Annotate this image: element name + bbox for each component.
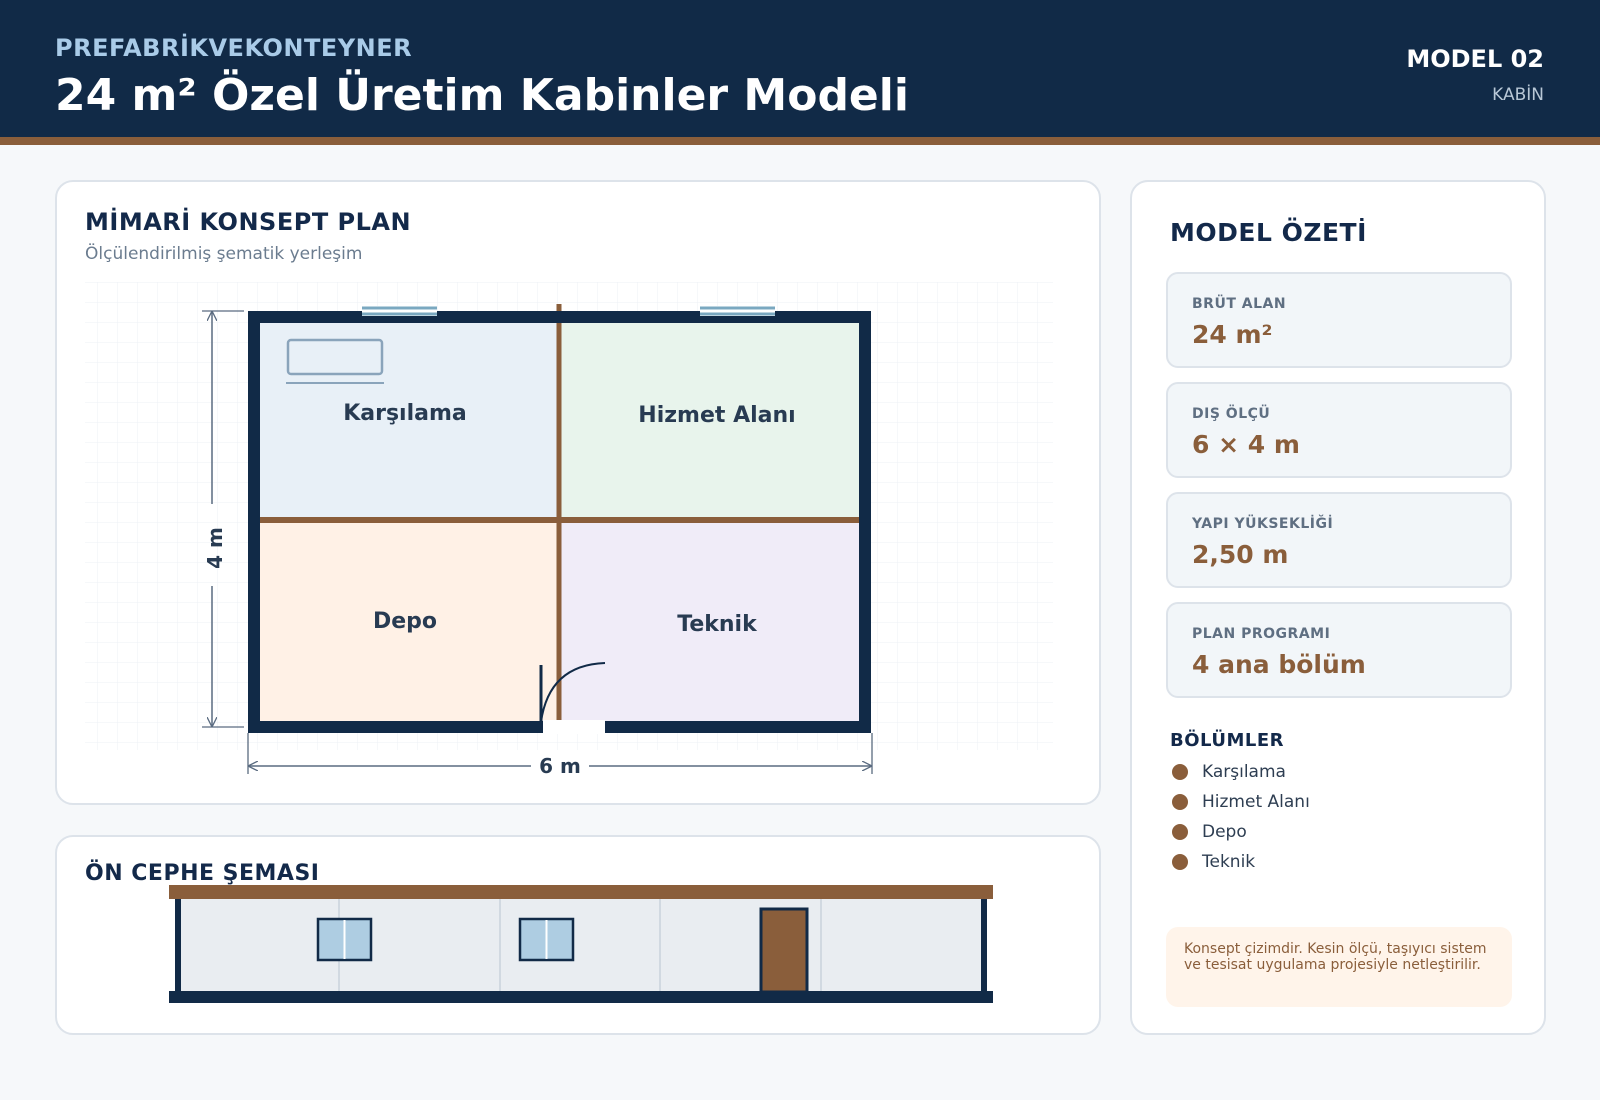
front-elevation-card: ÖN CEPHE ŞEMASI bbox=[55, 835, 1101, 1035]
base-frame bbox=[169, 991, 993, 1003]
room-label-service: Hizmet Alanı bbox=[638, 403, 795, 428]
room-label-technical: Teknik bbox=[677, 612, 758, 637]
section-name: Teknik bbox=[1202, 852, 1256, 872]
stat-plan-program: PLAN PROGRAMI 4 ana bölüm bbox=[1166, 602, 1512, 698]
list-item: Teknik bbox=[1170, 847, 1310, 877]
facade-window-2 bbox=[518, 917, 575, 962]
sections-list: Karşılama Hizmet Alanı Depo Teknik bbox=[1170, 757, 1310, 877]
section-name: Karşılama bbox=[1202, 762, 1286, 782]
model-number: MODEL 02 bbox=[1406, 45, 1544, 73]
stat-label: DIŞ ÖLÇÜ bbox=[1192, 406, 1271, 422]
stat-label: PLAN PROGRAMI bbox=[1192, 626, 1331, 642]
entrance-opening bbox=[543, 720, 605, 734]
room-label-reception: Karşılama bbox=[343, 401, 467, 426]
stat-value: 6 × 4 m bbox=[1192, 430, 1300, 459]
facade-window-1 bbox=[316, 917, 373, 962]
bullet-dot-icon bbox=[1172, 824, 1188, 840]
summary-title: MODEL ÖZETİ bbox=[1170, 218, 1367, 247]
list-item: Depo bbox=[1170, 817, 1310, 847]
header-accent-stripe bbox=[0, 137, 1600, 145]
stat-value: 24 m² bbox=[1192, 320, 1273, 349]
stat-label: YAPI YÜKSEKLİĞİ bbox=[1192, 516, 1334, 532]
stat-value: 2,50 m bbox=[1192, 540, 1289, 569]
stat-label: BRÜT ALAN bbox=[1192, 296, 1287, 312]
room-label-storage: Depo bbox=[373, 609, 437, 634]
stat-building-height: YAPI YÜKSEKLİĞİ 2,50 m bbox=[1166, 492, 1512, 588]
concept-note: Konsept çizimdir. Kesin ölçü, taşıyıcı s… bbox=[1166, 927, 1512, 1007]
floor-plan-drawing: Karşılama Hizmet Alanı Depo Teknik 4 m 6… bbox=[85, 282, 1053, 778]
facade-corner-right bbox=[981, 898, 987, 993]
page-header: PREFABRİKVEKONTEYNER 24 m² Özel Üretim K… bbox=[0, 0, 1600, 137]
depth-dimension-label: 4 m bbox=[203, 527, 227, 569]
facade-body bbox=[179, 898, 985, 993]
stat-gross-area: BRÜT ALAN 24 m² bbox=[1166, 272, 1512, 368]
plan-card: MİMARİ KONSEPT PLAN Ölçülendirilmiş şema… bbox=[55, 180, 1101, 805]
stat-outer-dimensions: DIŞ ÖLÇÜ 6 × 4 m bbox=[1166, 382, 1512, 478]
list-item: Karşılama bbox=[1170, 757, 1310, 787]
bullet-dot-icon bbox=[1172, 854, 1188, 870]
stat-value: 4 ana bölüm bbox=[1192, 650, 1366, 679]
summary-card: MODEL ÖZETİ BRÜT ALAN 24 m² DIŞ ÖLÇÜ 6 ×… bbox=[1130, 180, 1546, 1035]
facade-door bbox=[759, 907, 809, 994]
facade-corner-left bbox=[175, 898, 181, 993]
model-type: KABİN bbox=[1492, 85, 1544, 105]
roof-band bbox=[169, 885, 993, 899]
front-elevation-drawing bbox=[169, 885, 993, 1003]
width-dimension-label: 6 m bbox=[539, 754, 581, 778]
bullet-dot-icon bbox=[1172, 764, 1188, 780]
list-item: Hizmet Alanı bbox=[1170, 787, 1310, 817]
sections-title: BÖLÜMLER bbox=[1170, 730, 1285, 751]
section-name: Hizmet Alanı bbox=[1202, 792, 1310, 812]
page-title: 24 m² Özel Üretim Kabinler Modeli bbox=[55, 70, 909, 121]
brand-name: PREFABRİKVEKONTEYNER bbox=[55, 34, 413, 62]
bullet-dot-icon bbox=[1172, 794, 1188, 810]
section-name: Depo bbox=[1202, 822, 1247, 842]
